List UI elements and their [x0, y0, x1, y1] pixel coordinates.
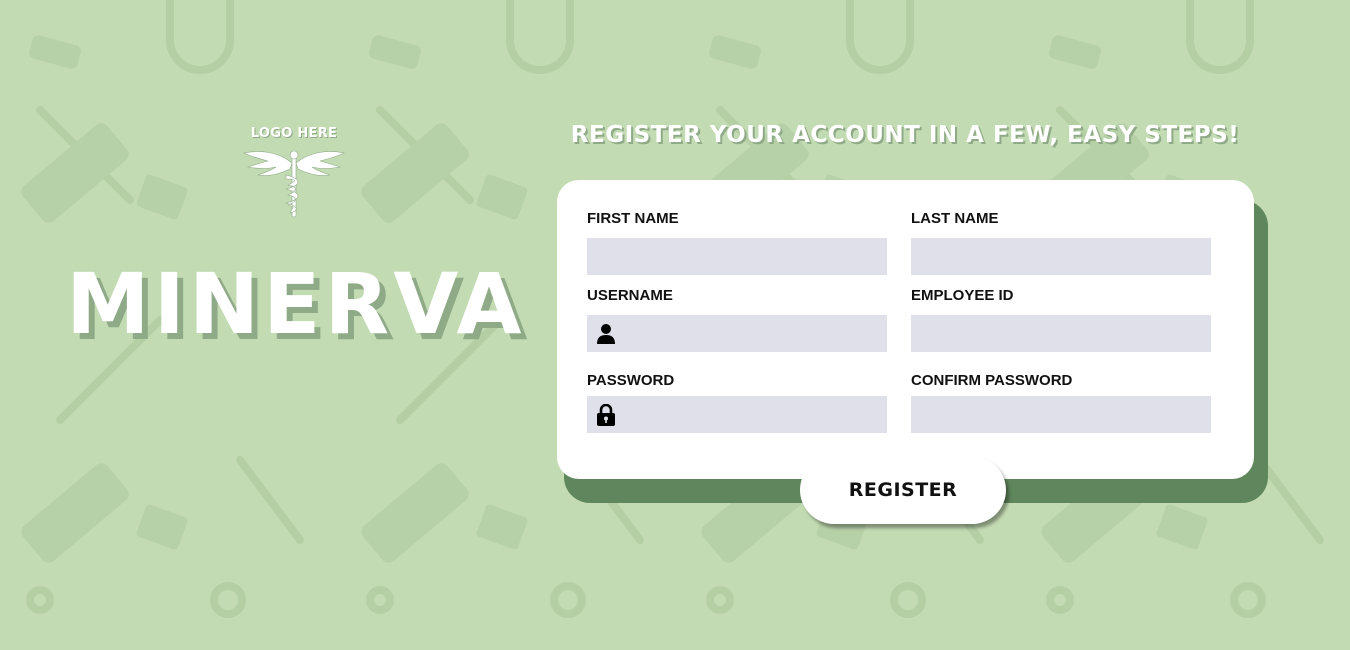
caduceus-icon: [243, 150, 345, 218]
logo: LOGO HERE: [236, 126, 352, 219]
last-name-label: LAST NAME: [911, 210, 999, 227]
logo-text: LOGO HERE: [250, 126, 338, 141]
confirm-password-input[interactable]: [911, 396, 1211, 433]
confirm-password-label: CONFIRM PASSWORD: [911, 372, 1073, 389]
employee-id-label: EMPLOYEE ID: [911, 287, 1014, 304]
password-label: PASSWORD: [587, 372, 675, 389]
last-name-input[interactable]: [911, 238, 1211, 275]
register-button[interactable]: REGISTER: [800, 456, 1006, 524]
username-input[interactable]: [587, 315, 887, 352]
lock-icon: [597, 404, 615, 426]
page-headline: REGISTER YOUR ACCOUNT IN A FEW, EASY STE…: [570, 122, 1240, 148]
brand-title: MINERVA: [66, 255, 526, 353]
first-name-label: FIRST NAME: [587, 210, 679, 227]
employee-id-input[interactable]: [911, 315, 1211, 352]
first-name-input[interactable]: [587, 238, 887, 275]
registration-form: FIRST NAME LAST NAME USERNAME EMPLOYEE I…: [557, 180, 1254, 479]
password-input[interactable]: [587, 396, 887, 433]
user-icon: [597, 324, 615, 344]
username-label: USERNAME: [587, 287, 673, 304]
